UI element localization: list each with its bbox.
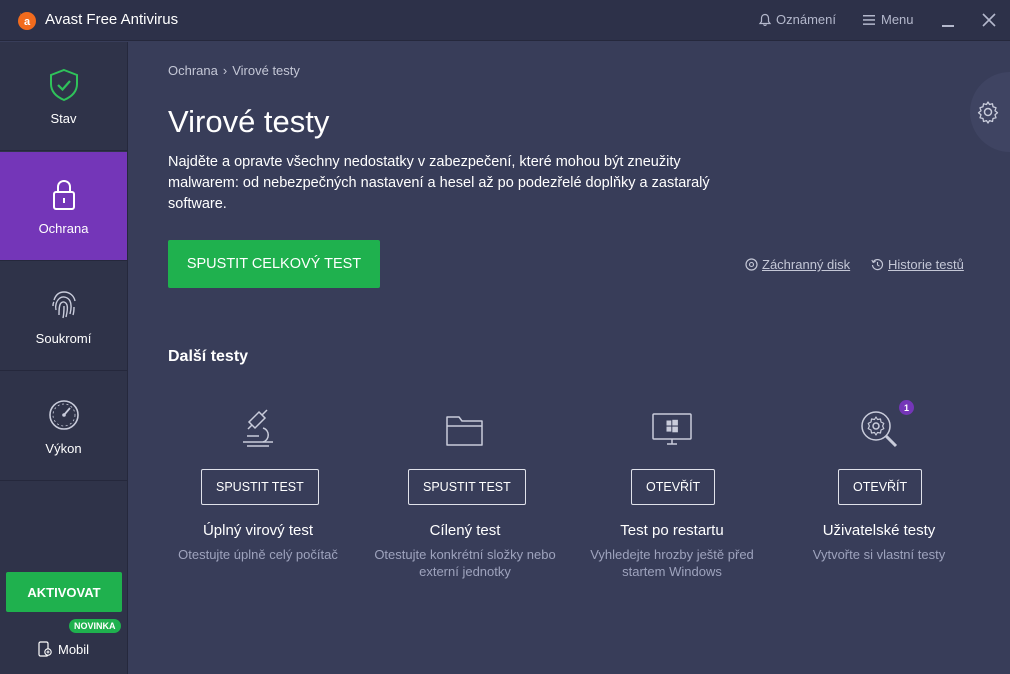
microscope-icon [243,409,273,447]
hamburger-icon [863,14,875,25]
test-history-link[interactable]: Historie testů [871,257,964,272]
breadcrumb: Ochrana › Virové testy [168,63,300,78]
rescue-disk-label: Záchranný disk [762,257,851,272]
menu-button[interactable]: Menu [863,12,914,27]
card-description: Otestujte úplně celý počítač [178,547,338,562]
mobile-label: Mobil [58,641,90,657]
new-badge: NOVINKA [69,619,121,633]
sidebar-item-label: Ochrana [38,221,89,236]
breadcrumb-parent[interactable]: Ochrana [168,63,218,78]
card-description: Vytvořte si vlastní testy [812,547,946,562]
minimize-button[interactable] [940,10,956,30]
lock-icon [53,179,75,210]
notification-badge: 1 [899,400,914,415]
notifications-label: Oznámení [776,12,836,27]
run-targeted-test-button[interactable]: SPUSTIT TEST [408,469,526,505]
sidebar-item-label: Stav [50,111,77,126]
open-boot-test-button[interactable]: OTEVŘÍT [631,469,716,505]
run-full-test-button[interactable]: SPUSTIT CELKOVÝ TEST [168,240,380,288]
breadcrumb-separator: › [222,63,228,78]
sidebar-item-mobile[interactable]: Mobil [38,641,89,657]
sidebar-item-label: Soukromí [35,331,92,346]
sidebar: Stav Ochrana Soukromí Výkon AKTIVOVAT NO… [0,42,128,674]
open-custom-tests-button[interactable]: OTEVŘÍT [838,469,923,505]
folder-icon [446,416,483,446]
page-title: Virové testy [168,104,330,139]
bell-icon [758,13,772,26]
page-description: Najděte a opravte všechny nedostatky v z… [168,154,710,212]
breadcrumb-current: Virové testy [232,63,300,78]
section-title: Další testy [168,348,249,365]
card-title: Cílený test [429,522,501,539]
mobile-icon [38,641,52,657]
card-title: Uživatelské testy [822,522,936,539]
disc-icon [745,258,758,271]
card-title: Úplný virový test [202,522,314,539]
windows-monitor-icon [652,413,692,445]
sidebar-item-ochrana[interactable]: Ochrana [0,152,127,261]
card-title: Test po restartu [620,522,724,539]
history-icon [871,258,884,271]
sidebar-item-stav[interactable]: Stav [0,42,127,151]
test-history-label: Historie testů [888,257,964,272]
svg-text:a: a [24,16,31,28]
run-full-test-card-button[interactable]: SPUSTIT TEST [201,469,319,505]
speedometer-icon [49,400,79,430]
close-icon[interactable] [980,11,998,29]
menu-label: Menu [881,12,914,27]
gear-search-icon [861,411,898,448]
app-title: Avast Free Antivirus [45,11,179,28]
activate-button[interactable]: AKTIVOVAT [6,572,122,612]
card-description: Otestujte konkrétní složky nebo externí … [374,547,556,579]
rescue-disk-link[interactable]: Záchranný disk [745,257,850,272]
card-description: Vyhledejte hrozby ještě před startem Win… [590,547,754,579]
settings-button[interactable] [970,72,1010,152]
title-bar: a Avast Free Antivirus Oznámení Menu [0,0,1010,41]
gear-icon [977,101,999,124]
sidebar-item-label: Výkon [45,441,82,456]
shield-check-icon [50,68,78,102]
notifications-button[interactable]: Oznámení [758,12,836,27]
avast-logo-icon: a [18,12,36,30]
sidebar-item-vykon[interactable]: Výkon [0,372,127,481]
fingerprint-icon [52,291,76,319]
sidebar-item-soukromi[interactable]: Soukromí [0,262,127,371]
